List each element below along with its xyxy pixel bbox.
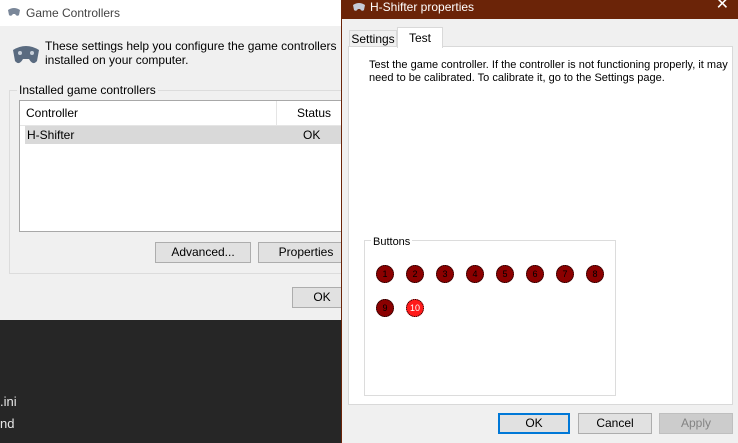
gamepad-icon — [6, 5, 22, 22]
joystick-button-2: 2 — [406, 265, 424, 283]
joystick-button-1: 1 — [376, 265, 394, 283]
tab-test[interactable]: Test — [397, 27, 443, 48]
table-row[interactable]: H-Shifter OK — [25, 126, 350, 144]
installed-controllers-label: Installed game controllers — [17, 83, 158, 97]
buttons-label: Buttons — [371, 236, 413, 248]
tab-settings[interactable]: Settings — [349, 30, 397, 47]
joystick-button-7: 7 — [556, 265, 574, 283]
advanced-button[interactable]: Advanced... — [155, 242, 251, 263]
dialog-titlebar[interactable]: H-Shifter properties ✕ — [342, 0, 738, 19]
ok-button[interactable]: OK — [498, 413, 570, 434]
joystick-button-8: 8 — [586, 265, 604, 283]
joystick-button-10: 10 — [406, 299, 424, 317]
joystick-button-5: 5 — [496, 265, 514, 283]
background-text-1: .ini — [0, 394, 17, 409]
column-header-controller[interactable]: Controller — [20, 101, 277, 126]
gamepad-large-icon — [10, 42, 42, 71]
joystick-button-9: 9 — [376, 299, 394, 317]
joystick-button-6: 6 — [526, 265, 544, 283]
background-text-2: nd — [0, 416, 15, 431]
description-text: These settings help you configure the ga… — [45, 39, 337, 67]
window-title: Game Controllers — [26, 6, 121, 20]
gamepad-icon — [351, 1, 367, 17]
apply-button[interactable]: Apply — [659, 413, 733, 434]
close-icon[interactable]: ✕ — [716, 0, 729, 13]
dialog-title: H-Shifter properties — [370, 0, 475, 14]
properties-dialog: H-Shifter properties ✕ Settings Test Tes… — [341, 0, 738, 443]
properties-button[interactable]: Properties — [258, 242, 354, 263]
test-description: Test the game controller. If the control… — [369, 59, 728, 84]
joystick-button-3: 3 — [436, 265, 454, 283]
game-controllers-window: Game Controllers These settings help you… — [0, 0, 370, 320]
joystick-button-4: 4 — [466, 265, 484, 283]
buttons-group — [364, 240, 616, 396]
controllers-list[interactable]: Controller Status H-Shifter OK — [19, 100, 370, 232]
test-tab-panel: Test the game controller. If the control… — [348, 46, 733, 405]
controller-name: H-Shifter — [27, 128, 75, 142]
controller-status: OK — [303, 128, 321, 142]
cancel-button[interactable]: Cancel — [578, 413, 652, 434]
game-controllers-titlebar[interactable]: Game Controllers — [0, 0, 342, 26]
